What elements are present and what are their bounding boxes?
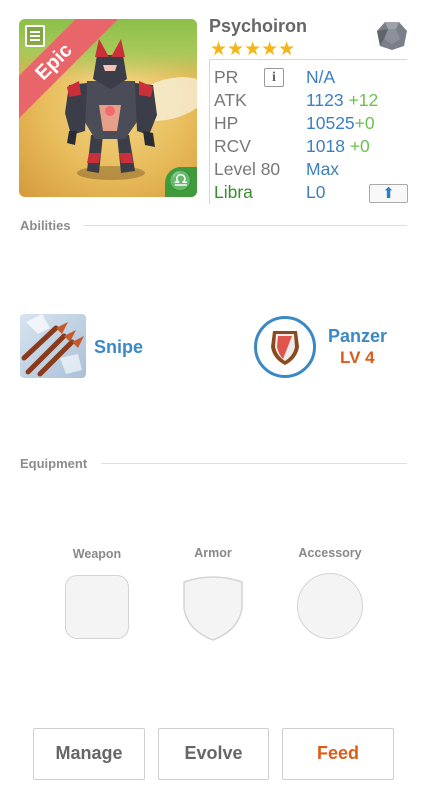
info-icon[interactable]: i — [264, 68, 284, 87]
stat-row-pr: PR i N/A — [214, 67, 410, 90]
rcv-value: 1018 — [306, 136, 345, 156]
snipe-skill-icon[interactable] — [20, 314, 86, 378]
manage-button[interactable]: Manage — [33, 728, 145, 780]
monster-name: Psychoiron — [209, 16, 308, 36]
skill-name[interactable]: Snipe — [94, 337, 143, 358]
shield-icon — [271, 331, 299, 365]
rcv-bonus: +0 — [349, 136, 370, 156]
libra-sign-icon: ♎ — [165, 167, 197, 197]
codex-icon[interactable] — [25, 25, 45, 47]
rcv-value-group: 1018 +0 — [306, 136, 370, 157]
stat-row-sign: Libra L0 ⬆ — [214, 182, 410, 205]
rock-element-icon — [377, 22, 407, 50]
stats-side-rule — [209, 59, 210, 204]
sign-label: Libra — [214, 182, 253, 202]
atk-value: 1123 — [306, 90, 344, 110]
sign-level-value: L0 — [306, 182, 326, 202]
hp-value-group: 10525+0 — [306, 113, 375, 134]
accessory-slot[interactable] — [297, 573, 363, 639]
atk-value-group: 1123 +12 — [306, 90, 378, 111]
stat-row-rcv: RCV 1018 +0 — [214, 136, 410, 159]
panzer-leader-icon[interactable] — [254, 316, 316, 378]
armor-slot[interactable] — [181, 574, 245, 642]
feed-button[interactable]: Feed — [282, 728, 394, 780]
stat-row-level: Level 80 Max — [214, 159, 410, 182]
leader-skill-level: LV 4 — [340, 348, 375, 367]
libra-glyph: ♎ — [169, 171, 193, 192]
pr-label: PR — [214, 67, 239, 87]
rcv-label: RCV — [214, 136, 251, 156]
hp-bonus: +0 — [354, 113, 375, 133]
level-label: Level 80 — [214, 159, 281, 179]
atk-bonus: +12 — [348, 90, 379, 110]
hp-label: HP — [214, 113, 239, 133]
arrows-icon — [21, 314, 84, 377]
abilities-rule — [84, 225, 407, 226]
stat-row-hp: HP 10525+0 — [214, 113, 410, 136]
star-rating: ★★★★★ — [210, 39, 296, 60]
stats-top-rule — [209, 59, 407, 60]
stat-row-atk: ATK 1123 +12 — [214, 90, 410, 113]
hp-value: 10525 — [306, 113, 355, 133]
atk-label: ATK — [214, 90, 247, 110]
accessory-label: Accessory — [298, 546, 362, 560]
monster-portrait[interactable]: Epic ♎ — [19, 19, 197, 197]
abilities-header: Abilities — [20, 218, 71, 233]
weapon-slot[interactable] — [65, 575, 129, 639]
weapon-label: Weapon — [72, 547, 122, 561]
leader-skill-name[interactable]: Panzer — [328, 326, 387, 347]
equipment-header: Equipment — [20, 456, 88, 471]
evolve-button[interactable]: Evolve — [158, 728, 269, 780]
upgrade-arrow-icon[interactable]: ⬆ — [369, 184, 408, 203]
stats-table: PR i N/A ATK 1123 +12 HP 10525+0 RCV 101… — [214, 67, 410, 205]
level-value: Max — [306, 159, 340, 179]
armor-label: Armor — [194, 546, 232, 560]
equipment-rule — [101, 463, 407, 464]
pr-value: N/A — [306, 67, 336, 87]
